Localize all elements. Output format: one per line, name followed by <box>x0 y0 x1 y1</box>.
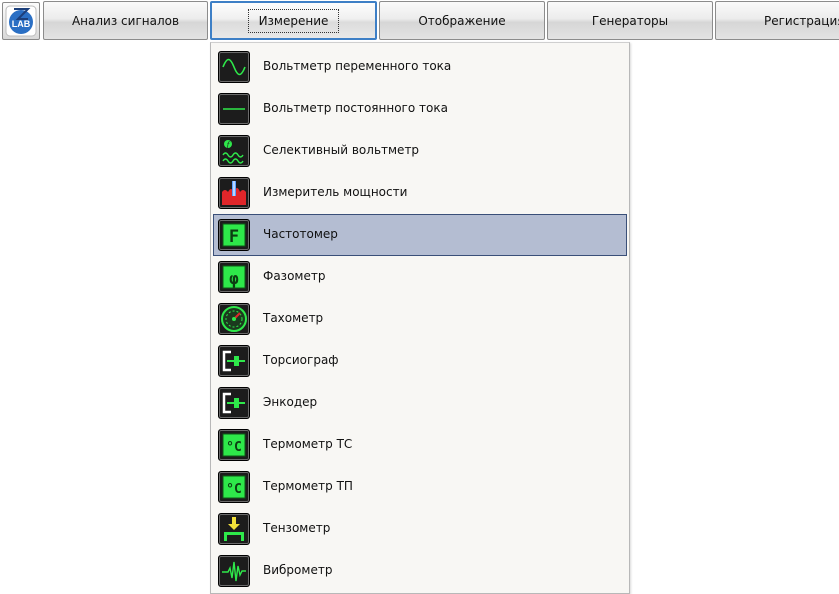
menu-item-strain-gauge[interactable]: Тензометр <box>213 508 627 550</box>
tab-label: Отображение <box>418 13 506 28</box>
encoder-icon <box>218 387 250 419</box>
measurement-dropdown-menu: Вольтметр переменного тока Вольтметр пос… <box>210 42 630 594</box>
menu-item-label: Торсиограф <box>263 353 339 367</box>
tab-signal-analysis[interactable]: Анализ сигналов <box>43 1 208 40</box>
menu-item-label: Измеритель мощности <box>263 185 408 199</box>
thermometer-celsius-icon: °C <box>218 429 250 461</box>
svg-text:F: F <box>229 227 239 247</box>
menu-item-label: Вольтметр постоянного тока <box>263 101 448 115</box>
menu-item-label: Фазометр <box>263 269 326 283</box>
sine-wave-icon <box>218 51 250 83</box>
menu-item-vibrometer[interactable]: Виброметр <box>213 550 627 592</box>
svg-text:°C: °C <box>226 440 242 455</box>
menu-item-ac-voltmeter[interactable]: Вольтметр переменного тока <box>213 46 627 88</box>
menu-item-label: Вольтметр переменного тока <box>263 59 452 73</box>
menu-item-phase-meter[interactable]: φ Фазометр <box>213 256 627 298</box>
menu-item-power-meter[interactable]: Измеритель мощности <box>213 172 627 214</box>
torsiograph-icon <box>218 345 250 377</box>
zetlab-logo[interactable]: LAB <box>2 2 40 40</box>
strain-gauge-icon <box>218 513 250 545</box>
menu-item-label: Термометр ТП <box>263 479 353 493</box>
power-meter-icon <box>218 177 250 209</box>
svg-text:φ: φ <box>229 269 239 288</box>
menu-item-label: Тахометр <box>263 311 324 325</box>
tab-label: Измерение <box>247 8 340 33</box>
tab-label: Регистрация <box>764 13 839 28</box>
menu-item-thermometer-tp[interactable]: °C Термометр ТП <box>213 466 627 508</box>
tab-label: Анализ сигналов <box>71 13 180 28</box>
menu-item-label: Энкодер <box>263 395 318 409</box>
zetlab-logo-icon: LAB <box>5 5 37 37</box>
menu-item-label: Селективный вольтметр <box>263 143 420 157</box>
menu-item-tachometer[interactable]: Тахометр <box>213 298 627 340</box>
menu-item-thermometer-tc[interactable]: °C Термометр ТС <box>213 424 627 466</box>
dc-line-icon <box>218 93 250 125</box>
menu-item-encoder[interactable]: Энкодер <box>213 382 627 424</box>
phase-icon: φ <box>218 261 250 293</box>
selective-wave-icon: f <box>218 135 250 167</box>
svg-text:°C: °C <box>226 482 242 497</box>
tab-measurement[interactable]: Измерение <box>210 1 377 40</box>
tab-generators[interactable]: Генераторы <box>547 1 713 40</box>
menu-item-label: Термометр ТС <box>263 437 353 451</box>
tab-label: Генераторы <box>591 13 669 28</box>
menu-item-label: Тензометр <box>263 521 331 535</box>
vibration-wave-icon <box>218 555 250 587</box>
menu-item-selective-voltmeter[interactable]: f Селективный вольтметр <box>213 130 627 172</box>
tab-display[interactable]: Отображение <box>379 1 545 40</box>
frequency-f-icon: F <box>218 219 250 251</box>
tab-registration[interactable]: Регистрация <box>715 1 839 40</box>
menu-item-torsiograph[interactable]: Торсиограф <box>213 340 627 382</box>
tachometer-gauge-icon <box>218 303 250 335</box>
thermocouple-celsius-icon: °C <box>218 471 250 503</box>
menu-item-label: Виброметр <box>263 563 333 577</box>
menu-item-label: Частотомер <box>263 227 338 241</box>
menu-item-frequency-meter[interactable]: F Частотомер <box>213 214 627 256</box>
menu-item-dc-voltmeter[interactable]: Вольтметр постоянного тока <box>213 88 627 130</box>
logo-text: LAB <box>12 19 31 29</box>
